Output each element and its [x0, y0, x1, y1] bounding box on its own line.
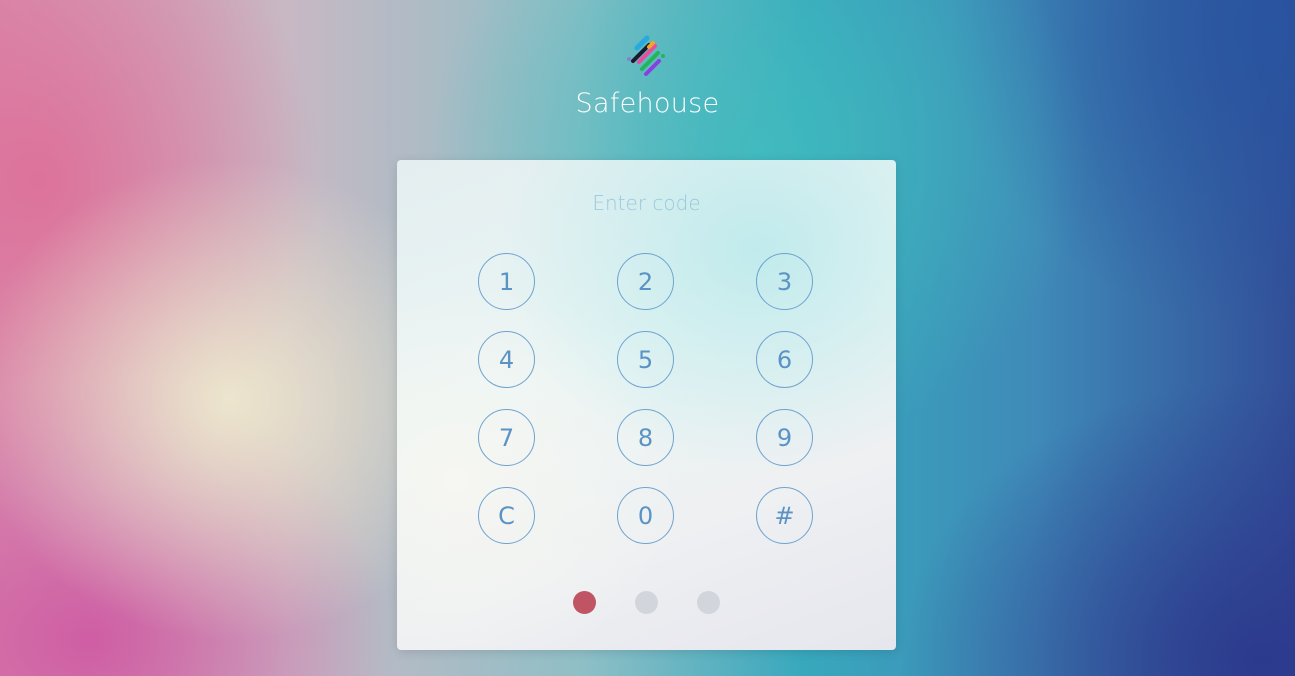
keypad-key-0[interactable]: 0 [617, 487, 674, 544]
keypad-key-9[interactable]: 9 [756, 409, 813, 466]
keypad-key-clear[interactable]: C [478, 487, 535, 544]
enter-code-prompt: Enter code [592, 191, 701, 215]
keypad-key-7[interactable]: 7 [478, 409, 535, 466]
keypad-key-1[interactable]: 1 [478, 253, 535, 310]
keypad-key-2[interactable]: 2 [617, 253, 674, 310]
keypad-key-3[interactable]: 3 [756, 253, 813, 310]
code-progress-dot-2 [635, 591, 658, 614]
code-progress-dot-1 [573, 591, 596, 614]
keypad-card: Enter code 1 2 3 4 5 6 7 8 9 C 0 # [397, 160, 896, 650]
code-progress-dot-3 [697, 591, 720, 614]
app-title: Safehouse [575, 88, 720, 119]
keypad-key-8[interactable]: 8 [617, 409, 674, 466]
keypad-key-4[interactable]: 4 [478, 331, 535, 388]
keypad-key-6[interactable]: 6 [756, 331, 813, 388]
safehouse-logo-icon [625, 34, 667, 78]
keypad-key-5[interactable]: 5 [617, 331, 674, 388]
keypad-key-hash[interactable]: # [756, 487, 813, 544]
